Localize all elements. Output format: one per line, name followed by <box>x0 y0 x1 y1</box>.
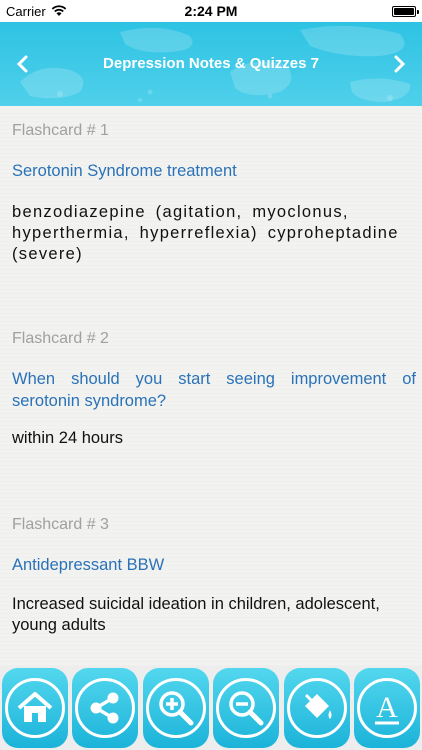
flashcard-label: Flashcard # 1 <box>12 122 109 139</box>
status-left: Carrier <box>6 4 67 19</box>
flashcard-1: Flashcard # 1 Serotonin Syndrome treatme… <box>12 122 416 265</box>
home-icon <box>5 678 65 738</box>
font-glyph: A <box>376 691 398 724</box>
flashcard-answer: within 24 hours <box>12 429 123 447</box>
font-size-button[interactable]: A <box>353 668 420 748</box>
bottom-toolbar: A <box>0 666 422 750</box>
flashcard-2: Flashcard # 2 When should you start seei… <box>12 330 416 449</box>
font-icon: A <box>356 678 417 738</box>
zoom-in-button[interactable] <box>142 668 209 748</box>
flashcard-question: Serotonin Syndrome treatment <box>12 162 237 180</box>
flashcard-label: Flashcard # 3 <box>12 516 109 533</box>
flashcard-question: When should you start seeing improvement… <box>12 370 416 410</box>
flashcard-list[interactable]: Flashcard # 1 Serotonin Syndrome treatme… <box>0 106 422 666</box>
carrier-label: Carrier <box>6 3 46 19</box>
flashcard-question: Antidepressant BBW <box>12 556 165 574</box>
battery-icon <box>392 5 419 17</box>
status-bar: Carrier 2:24 PM <box>0 0 422 22</box>
zoom-out-icon <box>216 678 277 738</box>
share-button[interactable] <box>72 668 139 748</box>
paint-bucket-icon <box>286 678 347 738</box>
status-right <box>392 5 419 17</box>
flashcard-answer: benzodiazepine (agitation, myoclonus, hy… <box>12 203 399 263</box>
theme-button[interactable] <box>283 668 350 748</box>
share-icon <box>75 678 136 738</box>
nav-bar: Depression Notes & Quizzes 7 <box>0 22 422 106</box>
battery-fill <box>394 7 414 15</box>
chevron-right-icon <box>394 55 406 73</box>
home-button[interactable] <box>2 668 68 748</box>
page-title: Depression Notes & Quizzes 7 <box>103 55 319 72</box>
zoom-in-icon <box>145 678 206 738</box>
flashcard-3: Flashcard # 3 Antidepressant BBW Increas… <box>12 516 416 636</box>
next-button[interactable] <box>384 48 416 80</box>
flashcard-label: Flashcard # 2 <box>12 330 109 347</box>
wifi-icon <box>51 5 66 16</box>
flashcard-answer: Increased suicidal ideation in children,… <box>12 595 380 634</box>
zoom-out-button[interactable] <box>213 668 280 748</box>
